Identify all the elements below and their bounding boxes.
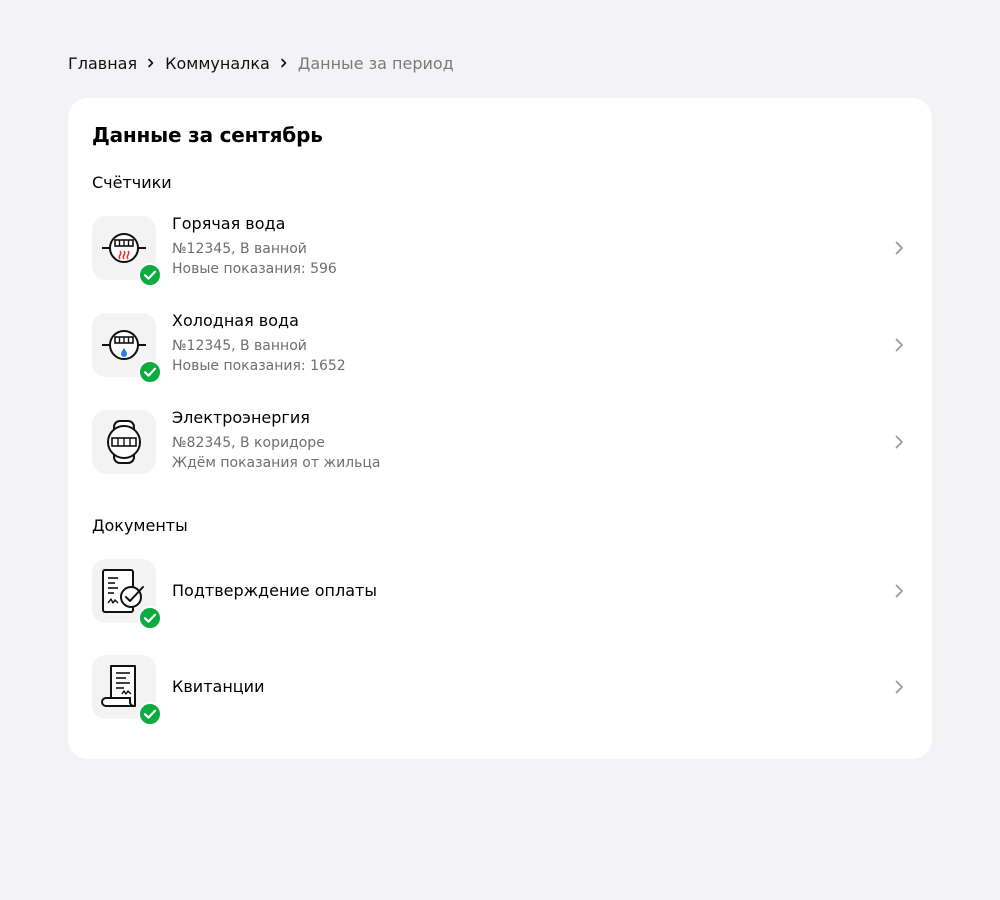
document-icon-tile <box>92 655 162 726</box>
meter-icon-tile <box>92 313 162 384</box>
meter-title: Горячая вода <box>172 214 286 233</box>
meter-title: Холодная вода <box>172 311 299 330</box>
check-badge-icon <box>138 606 162 630</box>
document-row-receipts[interactable]: Квитанции <box>92 655 908 726</box>
chevron-right-icon <box>137 58 165 68</box>
document-icon-tile <box>92 559 162 630</box>
check-badge-icon <box>138 263 162 287</box>
breadcrumb: Главная Коммуналка Данные за период <box>68 52 454 74</box>
page-title: Данные за сентябрь <box>92 123 323 147</box>
breadcrumb-current-page: Данные за период <box>297 53 454 73</box>
meter-number-location: №12345, В ванной <box>172 338 307 354</box>
document-title: Квитанции <box>172 677 265 696</box>
meter-status: Новые показания: 596 <box>172 261 337 277</box>
meter-icon-tile <box>92 410 156 474</box>
meter-status: Новые показания: 1652 <box>172 358 346 374</box>
document-row-payment-confirmation[interactable]: Подтверждение оплаты <box>92 559 908 630</box>
chevron-right-icon <box>895 680 903 694</box>
meter-title: Электроэнергия <box>172 408 310 427</box>
meters-section-title: Счётчики <box>92 173 172 192</box>
meter-row-hot-water[interactable]: Горячая вода №12345, В ванной Новые пока… <box>92 214 908 287</box>
check-badge-icon <box>138 702 162 726</box>
document-title: Подтверждение оплаты <box>172 581 377 600</box>
chevron-right-icon <box>895 338 903 352</box>
period-data-card: Данные за сентябрь Счётчики Горячая вода… <box>68 98 932 759</box>
documents-section-title: Документы <box>92 516 188 535</box>
meter-row-cold-water[interactable]: Холодная вода №12345, В ванной Новые пок… <box>92 311 908 384</box>
meter-icon-tile <box>92 216 162 287</box>
chevron-right-icon <box>270 58 298 68</box>
chevron-right-icon <box>895 241 903 255</box>
electricity-meter-icon <box>107 420 141 464</box>
meter-number-location: №12345, В ванной <box>172 241 307 257</box>
meter-status: Ждём показания от жильца <box>172 455 381 471</box>
chevron-right-icon <box>895 584 903 598</box>
breadcrumb-utilities-link[interactable]: Коммуналка <box>165 54 270 73</box>
chevron-right-icon <box>895 435 903 449</box>
meter-row-electricity[interactable]: Электроэнергия №82345, В коридоре Ждём п… <box>92 408 908 474</box>
breadcrumb-home-link[interactable]: Главная <box>68 54 137 73</box>
meter-number-location: №82345, В коридоре <box>172 435 325 451</box>
check-badge-icon <box>138 360 162 384</box>
